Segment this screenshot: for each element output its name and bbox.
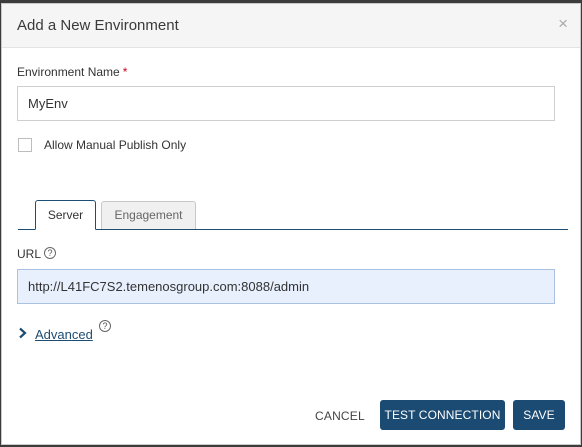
manual-publish-checkbox[interactable] (18, 138, 32, 152)
tab-engagement[interactable]: Engagement (101, 201, 196, 229)
url-help-icon[interactable]: ? (44, 247, 56, 259)
environment-name-label: Environment Name * (17, 65, 127, 79)
url-input[interactable] (17, 269, 555, 304)
url-label: URL (17, 247, 42, 261)
advanced-help-icon[interactable]: ? (99, 320, 111, 332)
chevron-right-icon[interactable] (17, 327, 29, 339)
manual-publish-label: Allow Manual Publish Only (44, 138, 187, 152)
save-button[interactable]: SAVE (513, 400, 565, 430)
test-connection-button[interactable]: TEST CONNECTION (380, 400, 505, 430)
environment-name-input[interactable] (17, 86, 555, 121)
tabs-divider (18, 229, 568, 230)
cancel-button[interactable]: CANCEL (315, 409, 365, 423)
dialog-header: Add a New Environment × (2, 4, 580, 48)
dialog-title: Add a New Environment (17, 17, 179, 34)
add-environment-dialog: Add a New Environment × Environment Name… (1, 3, 581, 445)
tab-server[interactable]: Server (35, 200, 96, 230)
required-indicator: * (122, 65, 128, 79)
advanced-link[interactable]: Advanced (35, 327, 93, 342)
close-icon[interactable]: × (558, 15, 568, 32)
environment-name-label-text: Environment Name (17, 65, 120, 79)
